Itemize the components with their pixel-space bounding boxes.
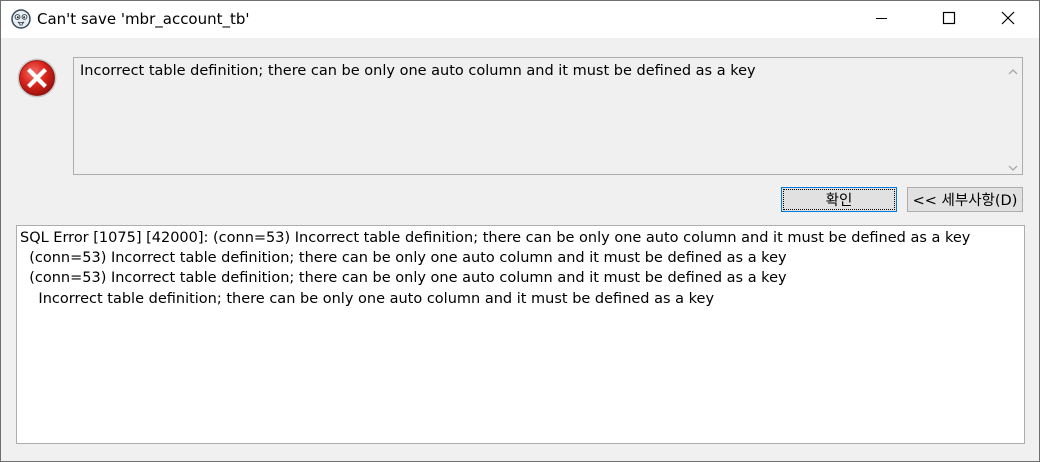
minimize-icon [876,12,888,28]
close-icon [1001,11,1015,29]
close-button[interactable] [985,1,1031,38]
minimize-button[interactable] [859,1,905,38]
focus-rectangle [783,189,895,210]
maximize-icon [942,11,956,29]
message-scrollbar[interactable] [1005,58,1022,174]
details-line: (conn=53) Incorrect table definition; th… [20,270,787,286]
details-line: Incorrect table definition; there can be… [20,291,715,307]
dbeaver-beaver-icon [11,9,31,29]
error-message-box[interactable]: Incorrect table definition; there can be… [73,57,1023,175]
error-dialog-window: Can't save 'mbr_account_tb' Incorrect ta… [0,0,1040,462]
ok-button[interactable]: 확인 [781,187,897,212]
details-toggle-button[interactable]: << 세부사항(D) [907,187,1023,212]
window-title: Can't save 'mbr_account_tb' [37,10,250,28]
error-icon [16,57,58,99]
error-message-text: Incorrect table definition; there can be… [80,63,756,79]
title-bar[interactable]: Can't save 'mbr_account_tb' [1,1,1039,38]
scroll-down-icon[interactable] [1008,160,1018,171]
maximize-button[interactable] [926,1,972,38]
scroll-up-icon[interactable] [1008,64,1018,75]
error-details-textarea[interactable]: SQL Error [1075] [42000]: (conn=53) Inco… [16,225,1025,444]
details-line: (conn=53) Incorrect table definition; th… [20,250,787,266]
details-button-label: << 세부사항(D) [912,193,1018,209]
details-line: SQL Error [1075] [42000]: (conn=53) Inco… [20,230,971,246]
